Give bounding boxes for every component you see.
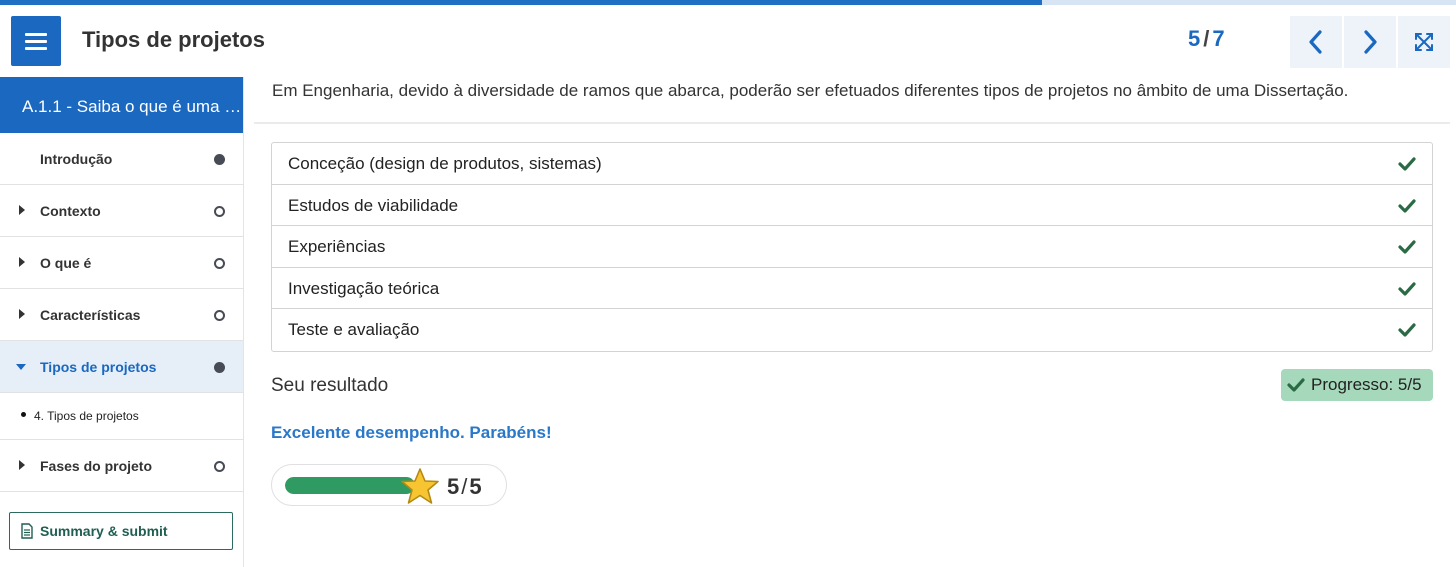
sidebar-subitem-label: 4. Tipos de projetos <box>34 409 139 423</box>
score-separator: / <box>461 474 468 499</box>
status-filled-icon <box>214 362 225 373</box>
next-button[interactable] <box>1344 16 1396 68</box>
fullscreen-button[interactable] <box>1398 16 1450 68</box>
score-max: 5 <box>469 474 482 499</box>
document-icon <box>21 523 33 539</box>
main-content: Em Engenharia, devido à diversidade de r… <box>244 77 1456 567</box>
sidebar-item-o-que-e[interactable]: O que é <box>0 237 243 289</box>
status-empty-icon <box>214 310 225 321</box>
hamburger-icon-line <box>25 46 47 50</box>
page-current: 5 <box>1188 26 1201 51</box>
sidebar-item-fases-do-projeto[interactable]: Fases do projeto <box>0 440 243 492</box>
sidebar-item-tipos-de-projetos[interactable]: Tipos de projetos <box>0 341 243 393</box>
page-title: Tipos de projetos <box>82 27 265 52</box>
sidebar-item-label: Contexto <box>40 203 101 219</box>
hamburger-icon-line <box>25 32 47 36</box>
score-bar-fill <box>285 477 415 494</box>
sidebar-item-introducao[interactable]: Introdução <box>0 133 243 185</box>
answer-text: Experiências <box>288 237 386 257</box>
star-icon <box>401 468 439 504</box>
status-empty-icon <box>214 206 225 217</box>
page-counter: 5/7 <box>1188 26 1225 52</box>
sidebar-heading[interactable]: A.1.1 - Saiba o que é uma Dissertação <box>0 77 243 133</box>
sidebar-item-label: Fases do projeto <box>40 458 153 474</box>
sidebar-item-label: Introdução <box>40 151 113 167</box>
page-separator: / <box>1203 26 1210 51</box>
previous-button[interactable] <box>1290 16 1342 68</box>
answer-item: Estudos de viabilidade <box>272 185 1432 227</box>
checkmark-icon <box>1398 323 1416 337</box>
answer-text: Investigação teórica <box>288 278 440 298</box>
answer-text: Estudos de viabilidade <box>288 195 459 215</box>
caret-right-icon <box>19 460 25 470</box>
status-filled-icon <box>214 154 225 165</box>
summary-submit-button[interactable]: Summary & submit <box>9 512 233 550</box>
answer-item: Experiências <box>272 226 1432 268</box>
chevron-right-icon <box>1364 30 1377 54</box>
sidebar-item-contexto[interactable]: Contexto <box>0 185 243 237</box>
caret-down-icon <box>16 364 26 370</box>
expand-icon <box>1415 33 1433 51</box>
checkmark-icon <box>1287 378 1305 392</box>
feedback-message: Excelente desempenho. Parabéns! <box>271 423 552 442</box>
score-bar <box>285 477 415 494</box>
sidebar-item-label: Tipos de projetos <box>40 359 157 375</box>
sidebar-item-label: Características <box>40 307 141 323</box>
intro-text: Em Engenharia, devido à diversidade de r… <box>272 81 1349 100</box>
answer-list: Conceção (design de produtos, sistemas) … <box>271 142 1433 352</box>
caret-right-icon <box>19 205 25 215</box>
bullet-icon <box>21 412 26 417</box>
answer-text: Conceção (design de produtos, sistemas) <box>288 154 602 173</box>
checkmark-icon <box>1398 240 1416 254</box>
sidebar-item-label: O que é <box>40 255 92 271</box>
answer-item: Conceção (design de produtos, sistemas) <box>272 143 1432 185</box>
menu-button[interactable] <box>11 16 61 66</box>
score-text: 5/5 <box>447 474 482 500</box>
caret-right-icon <box>19 257 25 267</box>
sidebar-item-caracteristicas[interactable]: Características <box>0 289 243 341</box>
checkmark-icon <box>1398 198 1416 213</box>
sidebar-subitem-tipos-de-projetos[interactable]: 4. Tipos de projetos <box>0 393 243 440</box>
progress-badge: Progresso: 5/5 <box>1281 369 1433 401</box>
hamburger-icon-line <box>25 39 47 43</box>
checkmark-icon <box>1398 282 1416 296</box>
answer-text: Teste e avaliação <box>288 320 420 340</box>
summary-submit-label: Summary & submit <box>40 523 168 539</box>
chevron-left-icon <box>1309 30 1322 54</box>
caret-right-icon <box>19 309 25 319</box>
status-empty-icon <box>214 258 225 269</box>
sidebar: A.1.1 - Saiba o que é uma Dissertação In… <box>0 77 244 567</box>
result-label: Seu resultado <box>271 375 389 396</box>
score-indicator: 5/5 <box>271 464 507 506</box>
answer-item: Teste e avaliação <box>272 309 1432 351</box>
divider <box>254 122 1450 124</box>
answer-item: Investigação teórica <box>272 268 1432 310</box>
header: Tipos de projetos 5/7 <box>0 5 1456 77</box>
page-total: 7 <box>1212 26 1225 51</box>
status-empty-icon <box>214 461 225 472</box>
score-value: 5 <box>447 474 460 499</box>
progress-badge-text: Progresso: 5/5 <box>1311 375 1422 394</box>
checkmark-icon <box>1398 157 1416 171</box>
